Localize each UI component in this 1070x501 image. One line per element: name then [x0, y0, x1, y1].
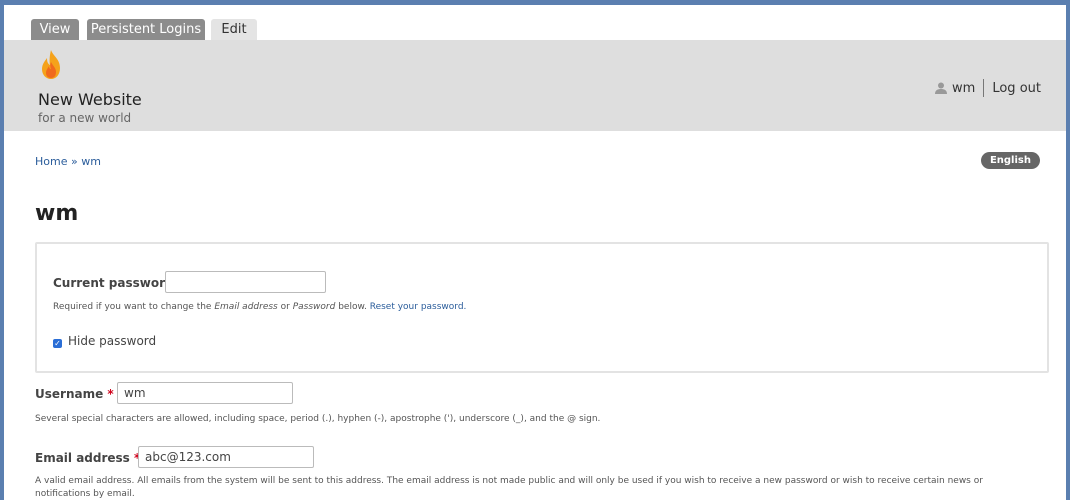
site-name[interactable]: New Website	[38, 90, 142, 109]
email-label: Email address *	[35, 451, 140, 465]
page-title: wm	[35, 201, 79, 226]
logout-link[interactable]: Log out	[992, 81, 1041, 96]
hide-password-label[interactable]: Hide password	[68, 334, 156, 348]
language-switcher[interactable]: English	[980, 152, 1040, 169]
site-slogan: for a new world	[38, 111, 132, 125]
hide-password-checkbox[interactable]: ✓	[53, 339, 62, 348]
tab-persistent-logins[interactable]: Persistent Logins	[87, 19, 205, 40]
site-header: New Website for a new world wm Log out	[4, 40, 1066, 131]
window-frame: View Persistent Logins Edit New Website …	[0, 0, 1070, 500]
tab-view[interactable]: View	[31, 19, 79, 40]
email-description: A valid email address. All emails from t…	[35, 476, 983, 499]
breadcrumb-current[interactable]: wm	[81, 155, 101, 168]
username-description: Several special characters are allowed, …	[35, 414, 601, 424]
local-tabs: View Persistent Logins Edit	[4, 5, 1066, 40]
tab-edit[interactable]: Edit	[211, 19, 257, 40]
username-input[interactable]	[117, 382, 293, 404]
breadcrumb-separator: »	[70, 155, 78, 168]
account-link[interactable]: wm	[952, 81, 975, 96]
breadcrumb: Home » wm	[35, 155, 101, 168]
reset-password-link[interactable]: Reset your password.	[370, 302, 467, 312]
required-marker: *	[107, 387, 114, 401]
user-icon	[935, 82, 948, 94]
menu-divider	[983, 79, 985, 97]
password-fieldset: Current password Required if you want to…	[35, 242, 1049, 373]
flame-logo-icon[interactable]	[38, 49, 64, 80]
email-input[interactable]	[138, 446, 314, 468]
breadcrumb-home[interactable]: Home	[35, 155, 67, 168]
current-password-input[interactable]	[165, 271, 326, 293]
current-password-description: Required if you want to change the Email…	[53, 302, 467, 312]
username-label: Username *	[35, 387, 114, 401]
current-password-label: Current password	[53, 276, 174, 290]
user-menu: wm Log out	[935, 79, 1041, 97]
